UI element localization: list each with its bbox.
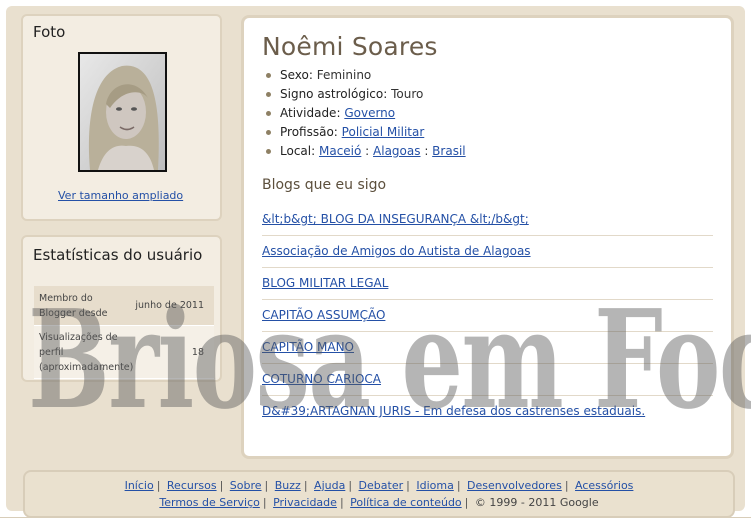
list-item: &lt;b&gt; BLOG DA INSEGURANÇA &lt;/b&gt; <box>262 204 713 236</box>
location-city-link[interactable]: Maceió <box>319 144 361 158</box>
info-key: Sexo: <box>280 68 313 82</box>
blogs-list: &lt;b&gt; BLOG DA INSEGURANÇA &lt;/b&gt;… <box>262 204 713 428</box>
separator: | <box>456 479 461 492</box>
stats-label: Membro do Blogger desde <box>39 292 108 319</box>
stats-row-profile-views: Visualizações de perfil (aproximadamente… <box>34 326 214 379</box>
blog-link[interactable]: BLOG MILITAR LEGAL <box>262 276 388 290</box>
info-key: Signo astrológico: <box>280 87 388 101</box>
photo-title: Foto <box>33 23 66 41</box>
copyright: © 1999 - 2011 Google <box>474 496 599 509</box>
list-item: Associação de Amigos do Autista de Alago… <box>262 236 713 268</box>
page: Foto Ver tamanho ampliado Estatísticas d… <box>0 0 751 518</box>
list-item: CAPITÃO MANO <box>262 332 713 364</box>
list-item: COTURNO CARIOCA <box>262 364 713 396</box>
footer-link-accessories[interactable]: Acessórios <box>575 479 633 492</box>
stats-value: 18 <box>191 346 204 358</box>
separator: | <box>464 496 469 509</box>
footer-link-discuss[interactable]: Debater <box>359 479 404 492</box>
info-profession: Profissão: Policial Militar <box>266 123 466 142</box>
footer-row-2: Termos de Serviço | Privacidade | Política… <box>25 494 733 511</box>
info-location: Local: Maceió : Alagoas : Brasil <box>266 142 466 161</box>
separator: | <box>219 479 224 492</box>
info-key: Profissão: <box>280 125 338 139</box>
blog-link[interactable]: COTURNO CARIOCA <box>262 372 381 386</box>
info-value: Feminino <box>316 68 372 82</box>
list-item: D&#39;ARTAGNAN JURIS - Em defesa dos cas… <box>262 396 713 428</box>
blog-link[interactable]: &lt;b&gt; BLOG DA INSEGURANÇA &lt;/b&gt; <box>262 212 529 226</box>
list-item: CAPITÃO ASSUMÇÃO <box>262 300 713 332</box>
footer-link-content-policy[interactable]: Política de conteúdo <box>350 496 462 509</box>
activity-link[interactable]: Governo <box>344 106 395 120</box>
profile-photo-image <box>80 54 165 170</box>
separator: | <box>339 496 344 509</box>
footer-link-about[interactable]: Sobre <box>230 479 262 492</box>
location-state-link[interactable]: Alagoas <box>373 144 420 158</box>
footer-link-developers[interactable]: Desenvolvedores <box>467 479 562 492</box>
location-country-link[interactable]: Brasil <box>432 144 465 158</box>
info-key: Local: <box>280 144 316 158</box>
profession-link[interactable]: Policial Militar <box>342 125 425 139</box>
footer: Início | Recursos | Sobre | Buzz | Ajuda | De… <box>23 470 735 518</box>
stats-table: Membro do Blogger desde junho de 2011 Vi… <box>34 286 214 379</box>
photo-box: Foto Ver tamanho ampliado <box>21 14 222 221</box>
main-panel: Noêmi Soares Sexo: Feminino Signo astrol… <box>241 15 734 459</box>
blog-link[interactable]: D&#39;ARTAGNAN JURIS - Em defesa dos cas… <box>262 404 645 418</box>
footer-link-features[interactable]: Recursos <box>167 479 217 492</box>
blog-link[interactable]: Associação de Amigos do Autista de Alago… <box>262 244 531 258</box>
stats-label: Visualizações de perfil (aproximadamente… <box>39 331 134 373</box>
separator: | <box>348 479 353 492</box>
info-key: Atividade: <box>280 106 341 120</box>
footer-link-privacy[interactable]: Privacidade <box>273 496 337 509</box>
enlarge-photo-link[interactable]: Ver tamanho ampliado <box>58 189 183 202</box>
separator: | <box>564 479 569 492</box>
separator: | <box>406 479 410 492</box>
separator: | <box>262 496 267 509</box>
blog-link[interactable]: CAPITÃO MANO <box>262 340 354 354</box>
info-sign: Signo astrológico: Touro <box>266 85 466 104</box>
profile-name: Noêmi Soares <box>262 32 438 61</box>
separator: | <box>264 479 269 492</box>
blogs-section-title: Blogs que eu sigo <box>262 177 387 193</box>
info-activity: Atividade: Governo <box>266 104 466 123</box>
separator: | <box>156 479 161 492</box>
separator: | <box>303 479 308 492</box>
footer-link-buzz[interactable]: Buzz <box>275 479 301 492</box>
info-gender: Sexo: Feminino <box>266 66 466 85</box>
blog-link[interactable]: CAPITÃO ASSUMÇÃO <box>262 308 385 322</box>
stats-row-member-since: Membro do Blogger desde junho de 2011 <box>34 286 214 326</box>
info-value: Touro <box>391 87 424 101</box>
footer-row-1: Início | Recursos | Sobre | Buzz | Ajuda | De… <box>25 477 733 494</box>
stats-value: junho de 2011 <box>135 300 204 311</box>
list-item: BLOG MILITAR LEGAL <box>262 268 713 300</box>
stats-title: Estatísticas do usuário <box>33 246 203 264</box>
footer-link-help[interactable]: Ajuda <box>314 479 345 492</box>
footer-link-terms[interactable]: Termos de Serviço <box>159 496 259 509</box>
footer-link-home[interactable]: Início <box>125 479 154 492</box>
profile-photo[interactable] <box>78 52 167 172</box>
stats-box: Estatísticas do usuário Membro do Blogge… <box>21 235 222 382</box>
profile-info-list: Sexo: Feminino Signo astrológico: Touro … <box>266 66 466 161</box>
footer-link-language[interactable]: Idioma <box>416 479 453 492</box>
